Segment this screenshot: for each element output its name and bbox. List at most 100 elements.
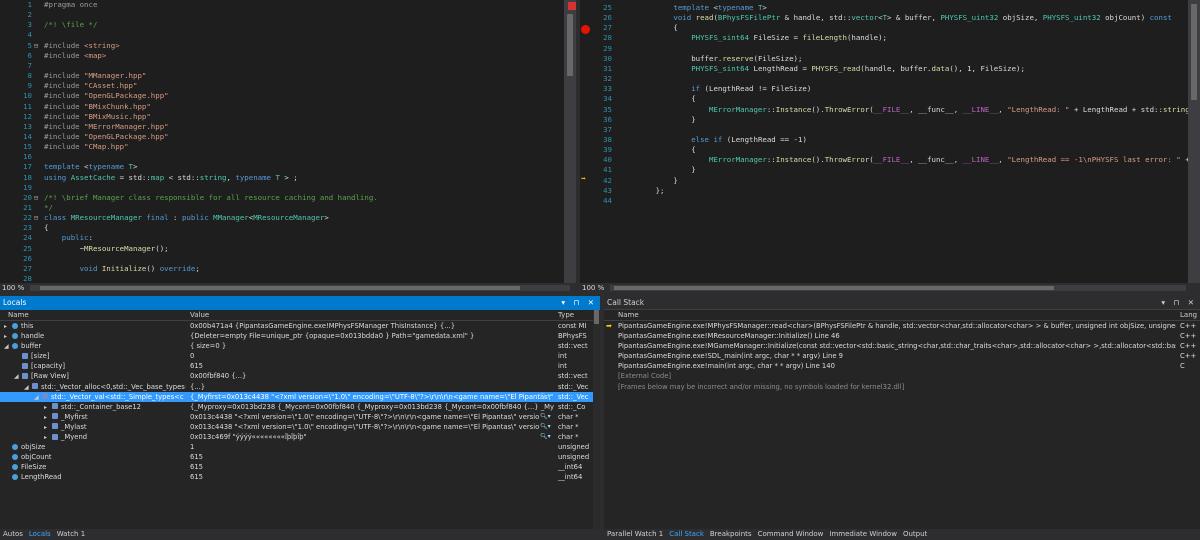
locals-row[interactable]: objCount 615 unsigned: [0, 452, 600, 462]
variable-value[interactable]: {_Myfirst=0x013c4438 "<?xml version=\"1.…: [190, 392, 554, 402]
tab-autos[interactable]: Autos: [0, 529, 26, 540]
code-text[interactable]: #include "OpenGLPackage.hpp": [44, 132, 169, 142]
variable-value[interactable]: 1: [190, 442, 554, 452]
variable-value[interactable]: { size=0 }: [190, 341, 554, 351]
code-text[interactable]: /*! \file */: [44, 20, 97, 30]
tab-command-window[interactable]: Command Window: [755, 529, 827, 540]
code-text[interactable]: #pragma once: [44, 0, 97, 10]
code-editor-left[interactable]: 1 #pragma once 2 3/*! \file */4 5 ⊟ #include <…: [0, 0, 576, 283]
text-visualizer-icon[interactable]: 🔍︎▾: [540, 432, 551, 442]
column-header-lang[interactable]: Lang: [1180, 310, 1197, 321]
variable-value[interactable]: 0x013c469f "ýýýý««««««««îþîþîþ": [190, 432, 554, 442]
column-header-value[interactable]: Value: [190, 310, 209, 321]
call-stack-frame[interactable]: PipantasGameEngine.exe!MGameManager::Ini…: [604, 341, 1200, 351]
tab-output[interactable]: Output: [900, 529, 930, 540]
code-text[interactable]: #include "CAsset.hpp": [44, 81, 137, 91]
tab-immediate-window[interactable]: Immediate Window: [826, 529, 900, 540]
fold-toggle-icon[interactable]: ⊟: [34, 41, 38, 51]
code-text[interactable]: class MResourceManager final : public MM…: [44, 213, 329, 223]
editor-left-vertical-scrollbar[interactable]: [564, 0, 576, 283]
zoom-level-right[interactable]: 100 %: [582, 284, 604, 292]
code-text[interactable]: PHYSFS_sint64 FileSize = fileLength(hand…: [620, 33, 887, 43]
callstack-title-bar[interactable]: Call Stack ▾ ⊓ ✕: [604, 296, 1200, 310]
call-stack-frame[interactable]: PipantasGameEngine.exe!MResourceManager:…: [604, 331, 1200, 341]
code-text[interactable]: void read(BPhysFSFilePtr & handle, std::…: [620, 13, 1171, 23]
code-text[interactable]: #include "OpenGLPackage.hpp": [44, 91, 169, 101]
code-text[interactable]: */: [44, 203, 53, 213]
locals-title-bar[interactable]: Locals ▾ ⊓ ✕: [0, 296, 600, 310]
code-text[interactable]: template <typename T>: [44, 162, 137, 172]
code-text[interactable]: #include "BMixMusic.hpp": [44, 112, 151, 122]
variable-value[interactable]: {Deleter=empty File=unique_ptr {opaque=0…: [190, 331, 554, 341]
locals-row[interactable]: ▸ _Myend 0x013c469f "ýýýý««««««««îþîþîþ" 🔍︎…: [0, 432, 600, 442]
code-text[interactable]: PHYSFS_sint64 LengthRead = PHYSFS_read(h…: [620, 64, 1025, 74]
editor-left-horizontal-scrollbar[interactable]: [30, 285, 570, 291]
variable-value[interactable]: {_Myproxy=0x013bd238 {_Mycont=0x00fbf840…: [190, 402, 554, 412]
locals-row[interactable]: LengthRead 615 __int64: [0, 472, 600, 482]
text-visualizer-icon[interactable]: 🔍︎▾: [540, 422, 551, 432]
text-visualizer-icon[interactable]: 🔍︎▾: [540, 392, 551, 402]
call-stack-frame[interactable]: [External Code]: [604, 371, 1200, 381]
variable-value[interactable]: 0x00fbf840 {...}: [190, 371, 554, 381]
locals-scrollbar[interactable]: [593, 310, 600, 529]
variable-value[interactable]: {...}: [190, 382, 554, 392]
code-text[interactable]: {: [620, 23, 677, 33]
locals-row[interactable]: [capacity] 615 int: [0, 361, 600, 371]
code-text[interactable]: {: [620, 94, 695, 104]
variable-value[interactable]: 0x013c4438 "<?xml version=\"1.0\" encodi…: [190, 422, 554, 432]
code-text[interactable]: else if (LengthRead == -1): [620, 135, 807, 145]
call-stack-frame[interactable]: PipantasGameEngine.exe!SDL_main(int argc…: [604, 351, 1200, 361]
code-text[interactable]: #include "MErrorManager.hpp": [44, 122, 169, 132]
column-header-name[interactable]: Name: [618, 310, 639, 321]
code-text[interactable]: /*! \brief Manager class responsible for…: [44, 193, 378, 203]
variable-value[interactable]: 615: [190, 361, 554, 371]
locals-row[interactable]: ◢ std::_Vector_alloc<0,std::_Vec_base_typ…: [0, 382, 600, 392]
column-header-type[interactable]: Type: [558, 310, 574, 321]
fold-toggle-icon[interactable]: ⊟: [34, 193, 38, 203]
editor-right-scroll-thumb[interactable]: [1191, 4, 1197, 100]
locals-row[interactable]: ▸ _Myfirst 0x013c4438 "<?xml version=\"1.0…: [0, 412, 600, 422]
locals-row[interactable]: ▸ handle {Deleter=empty File=unique_ptr {o…: [0, 331, 600, 341]
code-text[interactable]: using AssetCache = std::map < std::strin…: [44, 173, 298, 183]
tab-locals[interactable]: Locals: [26, 529, 54, 540]
code-text[interactable]: if (LengthRead != FileSize): [620, 84, 811, 94]
locals-row[interactable]: ▸ std::_Container_base12 {_Myproxy=0x013bd…: [0, 402, 600, 412]
call-stack-frame[interactable]: PipantasGameEngine.exe!main(int argc, ch…: [604, 361, 1200, 371]
locals-row[interactable]: ▸ _Mylast 0x013c4438 "<?xml version=\"1.0\…: [0, 422, 600, 432]
editor-right-vertical-scrollbar[interactable]: [1188, 0, 1200, 283]
code-text[interactable]: #include <string>: [44, 41, 120, 51]
editor-left-hscroll-thumb[interactable]: [40, 286, 520, 290]
locals-row[interactable]: ▸ this 0x00b471a4 {PipantasGameEngine.exe!…: [0, 321, 600, 331]
variable-value[interactable]: 0x013c4438 "<?xml version=\"1.0\" encodi…: [190, 412, 554, 422]
text-visualizer-icon[interactable]: 🔍︎▾: [540, 412, 551, 422]
code-text[interactable]: }: [620, 115, 695, 125]
code-text[interactable]: #include "MManager.hpp": [44, 71, 146, 81]
variable-value[interactable]: 615: [190, 472, 554, 482]
code-text[interactable]: void Initialize() override;: [44, 264, 200, 274]
code-text[interactable]: {: [620, 145, 695, 155]
call-stack-frame[interactable]: ➡ PipantasGameEngine.exe!MPhysFSManager::…: [604, 321, 1200, 331]
code-text[interactable]: {: [44, 223, 48, 233]
breakpoint-icon[interactable]: [581, 25, 590, 34]
variable-value[interactable]: 615: [190, 462, 554, 472]
tab-parallel-watch-1[interactable]: Parallel Watch 1: [604, 529, 666, 540]
column-header-name[interactable]: Name: [8, 310, 29, 321]
code-text[interactable]: template <typename T>: [620, 3, 766, 13]
code-text[interactable]: public:: [44, 233, 93, 243]
locals-row[interactable]: [size] 0 int: [0, 351, 600, 361]
tab-breakpoints[interactable]: Breakpoints: [707, 529, 755, 540]
editor-right-hscroll-thumb[interactable]: [614, 286, 1054, 290]
code-text[interactable]: buffer.reserve(FileSize);: [620, 54, 802, 64]
fold-toggle-icon[interactable]: ⊟: [34, 213, 38, 223]
editor-right-horizontal-scrollbar[interactable]: [610, 285, 1186, 291]
call-stack-list[interactable]: ➡ PipantasGameEngine.exe!MPhysFSManager::…: [604, 321, 1200, 392]
locals-row[interactable]: ◢ [Raw View] 0x00fbf840 {...} std::vect: [0, 371, 600, 381]
zoom-level-left[interactable]: 100 %: [2, 284, 24, 292]
variable-value[interactable]: 0x00b471a4 {PipantasGameEngine.exe!MPhys…: [190, 321, 554, 331]
locals-row[interactable]: FileSize 615 __int64: [0, 462, 600, 472]
locals-window-buttons[interactable]: ▾ ⊓ ✕: [561, 296, 597, 310]
locals-row[interactable]: objSize 1 unsigned: [0, 442, 600, 452]
editor-left-scroll-thumb[interactable]: [567, 14, 573, 76]
callstack-window-buttons[interactable]: ▾ ⊓ ✕: [1161, 296, 1197, 309]
locals-tree[interactable]: ▸ this 0x00b471a4 {PipantasGameEngine.exe!…: [0, 321, 600, 483]
